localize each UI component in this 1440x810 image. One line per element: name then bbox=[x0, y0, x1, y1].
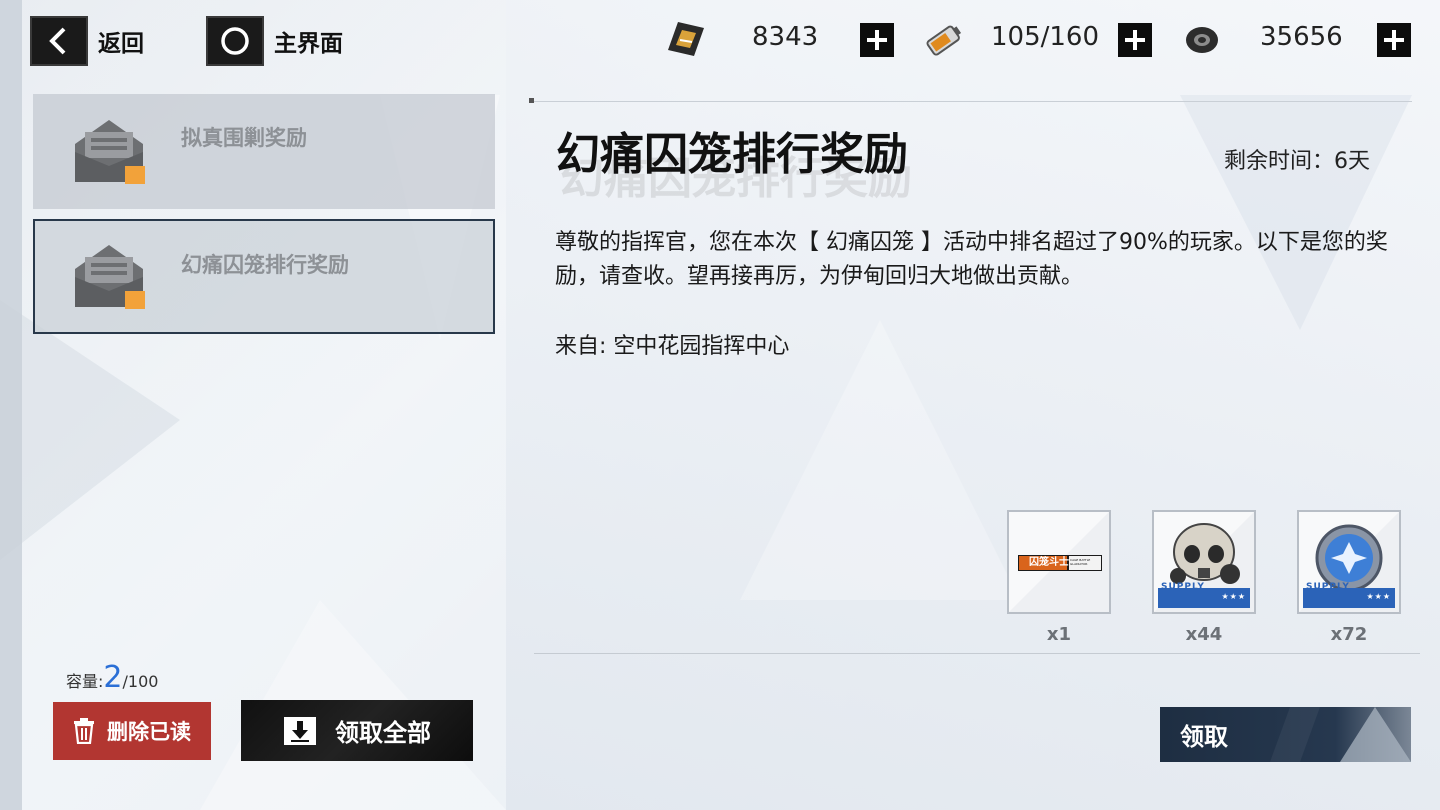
reward-item-cage-fighter[interactable]: 囚笼斗士 CAGE BATTLE GLADIATOR bbox=[1007, 510, 1111, 614]
mail-item-title: 幻痛囚笼排行奖励 bbox=[181, 253, 349, 277]
mail-body: 尊敬的指挥官，您在本次【 幻痛囚笼 】活动中排名超过了90%的玩家。以下是您的奖… bbox=[555, 230, 1388, 289]
reward-qty: x1 bbox=[1046, 624, 1072, 645]
ticket-count: 8343 bbox=[752, 22, 819, 52]
supply-stars: ★★★ bbox=[1221, 592, 1246, 601]
mail-sender: 来自: 空中花园指挥中心 bbox=[555, 334, 790, 359]
capacity-label: 容量: bbox=[66, 672, 104, 691]
download-icon bbox=[284, 716, 316, 745]
supply-tag: SUPPLY ★★★ bbox=[1303, 582, 1395, 608]
mail-item-simulated-siege[interactable]: 拟真围剿奖励 bbox=[33, 94, 495, 209]
add-ticket-button[interactable] bbox=[860, 23, 894, 57]
top-divider bbox=[534, 101, 1412, 102]
energy-count: 105/160 bbox=[991, 22, 1100, 52]
chevron-left-icon bbox=[30, 16, 88, 66]
bottom-divider bbox=[534, 653, 1420, 654]
mail-capacity: 容量:2/100 bbox=[66, 660, 158, 695]
claim-label: 领取 bbox=[1180, 723, 1228, 751]
reward-qty: x72 bbox=[1330, 624, 1368, 645]
mail-title: 幻痛囚笼排行奖励 bbox=[556, 129, 908, 180]
plus-icon bbox=[867, 30, 887, 50]
capacity-current: 2 bbox=[103, 660, 123, 695]
delete-read-button[interactable]: 删除已读 bbox=[53, 702, 211, 760]
home-label: 主界面 bbox=[274, 31, 343, 57]
add-coin-button[interactable] bbox=[1377, 23, 1411, 57]
supply-label: SUPPLY bbox=[1306, 582, 1350, 592]
capacity-max: /100 bbox=[122, 672, 159, 691]
battery-icon bbox=[926, 25, 962, 56]
back-button[interactable]: 返回 bbox=[30, 16, 144, 66]
mail-item-phantom-cage[interactable]: 幻痛囚笼排行奖励 bbox=[33, 219, 495, 334]
supply-label: SUPPLY bbox=[1161, 582, 1205, 592]
claim-button[interactable]: 领取 bbox=[1160, 707, 1411, 762]
supply-tag: SUPPLY ★★★ bbox=[1158, 582, 1250, 608]
open-envelope-icon bbox=[75, 245, 145, 309]
circle-home-icon bbox=[206, 16, 264, 66]
plus-icon bbox=[1125, 30, 1145, 50]
remaining-time: 剩余时间：6天 bbox=[1224, 149, 1370, 174]
open-envelope-icon bbox=[75, 120, 145, 184]
reward-item-skull-mask[interactable]: SUPPLY ★★★ bbox=[1152, 510, 1256, 614]
badge-subtitle: CAGE BATTLE GLADIATOR bbox=[1070, 558, 1091, 566]
claim-all-button[interactable]: 领取全部 bbox=[241, 700, 473, 761]
home-button[interactable]: 主界面 bbox=[206, 16, 343, 66]
add-energy-button[interactable] bbox=[1118, 23, 1152, 57]
gear-nut-icon bbox=[1186, 27, 1218, 53]
delete-read-label: 删除已读 bbox=[107, 720, 191, 744]
plus-icon bbox=[1384, 30, 1404, 50]
mail-item-title: 拟真围剿奖励 bbox=[181, 126, 307, 150]
trash-icon bbox=[74, 718, 94, 744]
supply-stars: ★★★ bbox=[1366, 592, 1391, 601]
reward-qty: x44 bbox=[1185, 624, 1223, 645]
ticket-icon bbox=[668, 22, 704, 56]
back-label: 返回 bbox=[98, 31, 144, 57]
left-edge-strip bbox=[0, 0, 22, 810]
badge-title: 囚笼斗士 bbox=[1029, 557, 1069, 568]
claim-all-label: 领取全部 bbox=[335, 719, 431, 747]
coin-count: 35656 bbox=[1260, 22, 1343, 52]
reward-item-crystal-coin[interactable]: SUPPLY ★★★ bbox=[1297, 510, 1401, 614]
